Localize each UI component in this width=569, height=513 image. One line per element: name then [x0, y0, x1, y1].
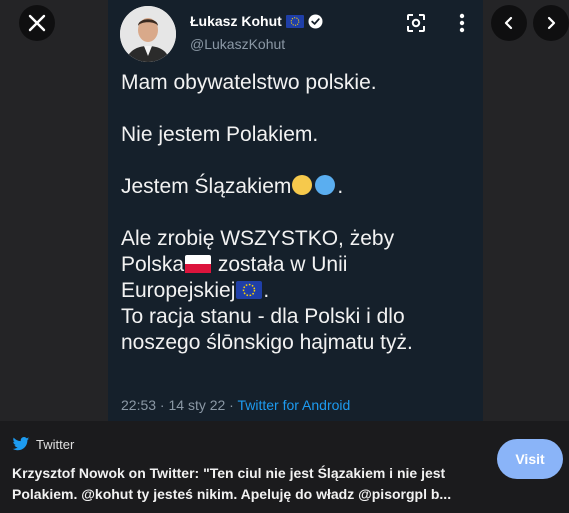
tweet-timestamp: 22:53 · 14 sty 22 ·	[121, 397, 238, 413]
eu-flag-icon	[285, 14, 304, 28]
tweet-line: Nie jestem Polakiem.	[121, 123, 319, 146]
lens-search-icon	[407, 14, 425, 32]
verified-badge-icon	[308, 14, 323, 28]
display-name-text: Łukasz Kohut	[190, 13, 282, 29]
user-handle: @LukaszKohut	[190, 36, 286, 52]
previous-image-button[interactable]	[491, 5, 527, 41]
eu-flag-icon	[236, 281, 263, 299]
tweet-line: To racja stanu - dla Polski i dlo	[121, 305, 405, 328]
avatar	[120, 6, 176, 62]
chevron-left-icon	[504, 16, 513, 30]
tweet-meta: 22:53 · 14 sty 22 · Twitter for Android	[121, 397, 350, 413]
tweet-source: Twitter for Android	[237, 397, 351, 413]
tweet-line-end: .	[263, 279, 270, 302]
poland-flag-icon	[185, 255, 212, 273]
tweet-line: Ale zrobię WSZYSTKO, żeby	[121, 227, 395, 250]
card-title[interactable]: Krzysztof Nowok on Twitter: "Ten ciul ni…	[12, 463, 492, 505]
yellow-circle-icon	[292, 175, 336, 195]
tweet-line: Europejskiej.	[121, 278, 471, 304]
card-site: Twitter	[12, 437, 74, 452]
tweet-line: Mam obywatelstwo polskie.	[121, 71, 377, 94]
tweet-line-text: Jestem Ślązakiem	[121, 175, 292, 198]
visit-button[interactable]: Visit	[497, 439, 563, 479]
tweet-text: Mam obywatelstwo polskie. Nie jestem Pol…	[121, 70, 471, 356]
twitter-bird-icon	[12, 437, 30, 451]
more-options-button[interactable]	[451, 12, 473, 34]
more-vert-icon	[459, 13, 465, 33]
next-image-button[interactable]	[533, 5, 569, 41]
tweet-line-text: została w Unii	[212, 253, 348, 276]
tweet-line: Jestem Ślązakiem.	[121, 174, 471, 200]
close-button[interactable]	[19, 5, 55, 41]
tweet-line-end: .	[337, 175, 344, 198]
tweet-line: Polska została w Unii	[121, 252, 471, 278]
tweet-line-text: Polska	[121, 253, 185, 276]
tweet-line: noszego ślōnskigo hajmatu tyż.	[121, 331, 413, 354]
card-site-name: Twitter	[36, 437, 75, 452]
lens-search-button[interactable]	[405, 12, 427, 34]
display-name: Łukasz Kohut	[190, 13, 323, 29]
tweet-line-text: Europejskiej	[121, 279, 236, 302]
close-icon	[28, 14, 46, 32]
chevron-right-icon	[547, 16, 556, 30]
